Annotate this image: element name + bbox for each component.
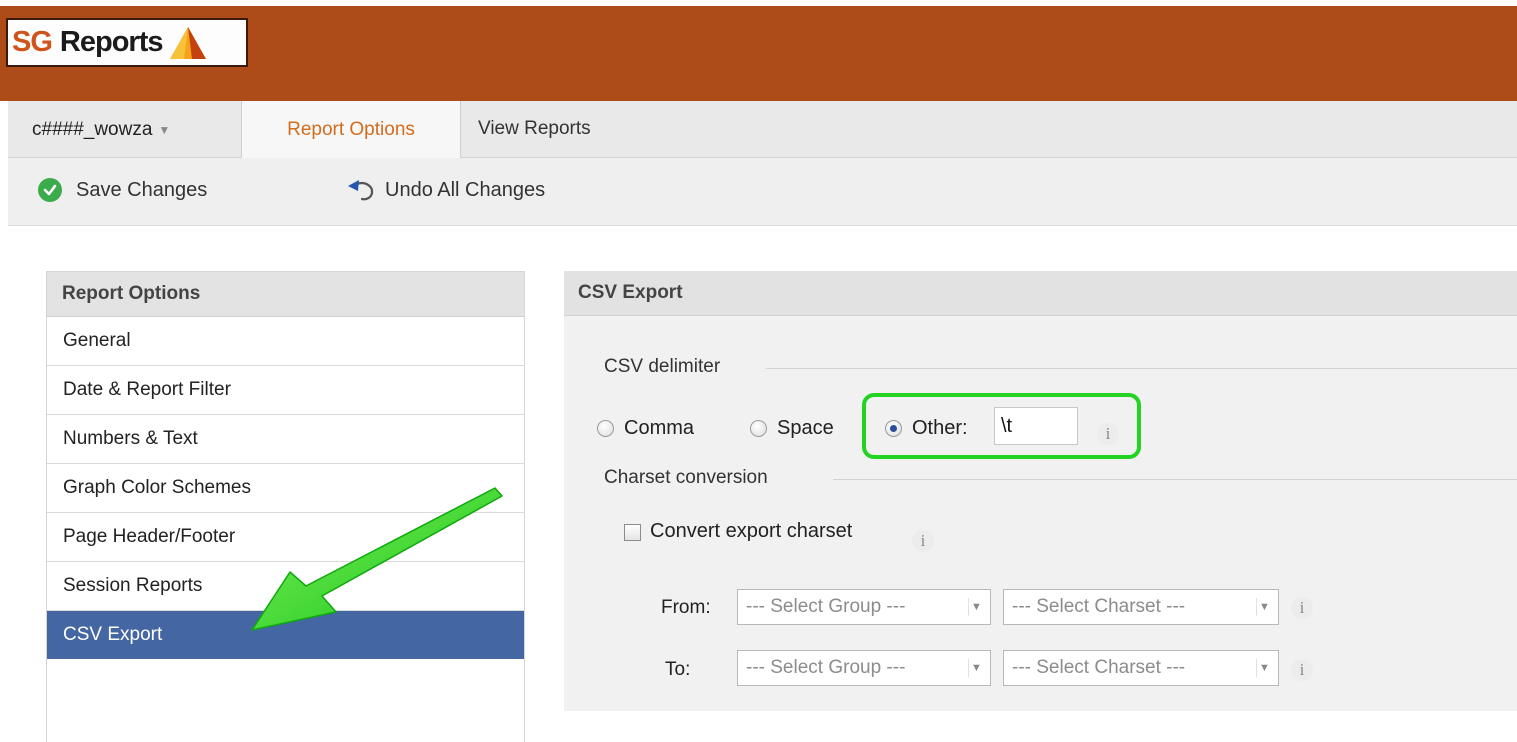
app-logo[interactable]: SG Reports [6,18,248,67]
toolbar: Save Changes Undo All Changes [8,158,1517,226]
chevron-down-icon: ▼ [1256,598,1272,616]
logo-sg-text: SG [12,26,53,58]
undo-all-changes-button[interactable]: Undo All Changes [345,158,545,222]
menu-item-numbers-text[interactable]: Numbers & Text [47,415,524,464]
from-label: From: [661,597,711,618]
from-group-value: --- Select Group --- [746,596,906,617]
info-icon[interactable]: i [1291,597,1313,619]
chevron-down-icon: ▼ [968,659,984,677]
save-changes-button[interactable]: Save Changes [38,158,207,222]
info-icon[interactable]: i [912,530,934,552]
info-icon[interactable]: i [1097,423,1119,445]
chevron-down-icon: ▼ [158,122,171,137]
radio-space-label: Space [777,416,834,439]
to-label: To: [665,659,691,680]
tab-report-options[interactable]: Report Options [241,101,461,159]
from-charset-value: --- Select Charset --- [1012,596,1186,617]
info-icon[interactable]: i [1291,659,1313,681]
other-delimiter-input[interactable] [994,407,1078,445]
chevron-down-icon: ▼ [968,598,984,616]
csv-delimiter-legend: CSV delimiter [604,356,721,377]
panel-title: CSV Export [564,271,1517,316]
tab-view-reports[interactable]: View Reports [478,101,591,158]
to-group-select[interactable]: --- Select Group --- ▼ [737,650,991,686]
radio-comma-button[interactable] [597,419,614,437]
charset-conversion-legend: Charset conversion [604,467,768,488]
radio-other-button[interactable] [885,419,902,437]
save-changes-label: Save Changes [76,178,208,201]
to-charset-value: --- Select Charset --- [1012,657,1186,678]
radio-other-label: Other: [912,416,968,439]
undo-all-changes-label: Undo All Changes [385,178,546,201]
radio-other[interactable]: Other: [885,410,968,446]
to-group-value: --- Select Group --- [746,657,906,678]
radio-space[interactable]: Space [750,410,834,446]
logo-mark-icon [170,26,207,59]
tab-bar: c####_wowza ▼ Report Options View Report… [8,101,1517,159]
check-circle-icon [38,178,62,202]
from-charset-select[interactable]: --- Select Charset --- ▼ [1003,589,1279,625]
from-group-select[interactable]: --- Select Group --- ▼ [737,589,991,625]
menu-item-date-report-filter[interactable]: Date & Report Filter [47,366,524,415]
csv-export-panel: CSV Export [564,271,1517,711]
fieldset-divider [833,479,1517,480]
user-dropdown-label: c####_wowza [32,118,153,140]
annotation-arrow-icon [251,487,503,631]
user-dropdown[interactable]: c####_wowza ▼ [8,101,241,158]
app-banner: SG Reports [0,0,1517,101]
radio-comma[interactable]: Comma [597,410,694,446]
logo-reports-text: Reports [59,26,164,58]
chevron-down-icon: ▼ [1256,659,1272,677]
menu-item-general[interactable]: General [47,317,524,366]
convert-charset-checkbox[interactable] [624,524,641,541]
radio-space-button[interactable] [750,419,767,437]
undo-icon [348,180,374,201]
fieldset-divider [766,368,1517,369]
convert-charset-label: Convert export charset [650,520,853,542]
to-charset-select[interactable]: --- Select Charset --- ▼ [1003,650,1279,686]
radio-comma-label: Comma [624,416,695,439]
menu-header: Report Options [47,272,524,317]
